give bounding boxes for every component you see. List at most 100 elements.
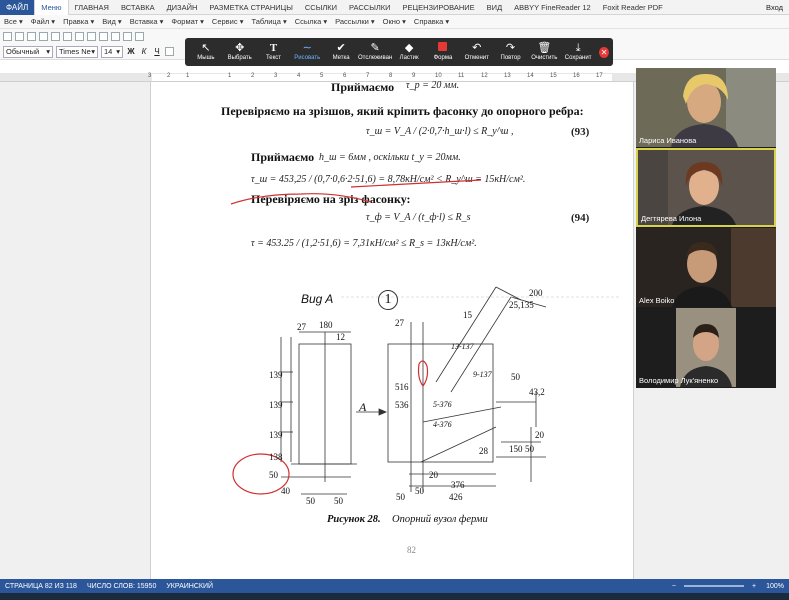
- dim-label: 27: [297, 322, 306, 332]
- document-page[interactable]: Приймаємо τ_р = 20 мм. Перевіряємо на зр…: [150, 80, 634, 579]
- tab-view[interactable]: ВИД: [481, 0, 508, 15]
- undo-doc-icon[interactable]: [111, 32, 120, 41]
- dim-label: 200: [529, 288, 543, 298]
- dim-label: 50: [306, 496, 315, 506]
- zoom-plus-icon[interactable]: +: [747, 583, 761, 590]
- dim-label: 25,135: [509, 300, 534, 310]
- dim-label: 180: [319, 320, 333, 330]
- ruler-number: 2: [251, 73, 255, 79]
- tool-stamp-button[interactable]: ✔ Метка: [324, 38, 358, 66]
- status-page[interactable]: СТРАНИЦА 82 ИЗ 118: [0, 583, 82, 590]
- underline-button[interactable]: Ч: [152, 47, 162, 56]
- tool-save-button[interactable]: ⤓ Сохранит: [561, 38, 595, 66]
- tab-review[interactable]: РЕЦЕНЗИРОВАНИЕ: [397, 0, 481, 15]
- chevron-down-icon: ▾: [91, 46, 95, 56]
- menu-table[interactable]: Таблица ▾: [247, 17, 290, 26]
- participant-tile[interactable]: Alex Boiko: [636, 228, 776, 307]
- section-arrow-label: A: [359, 400, 367, 414]
- tab-insert[interactable]: ВСТАВКА: [115, 0, 161, 15]
- tool-eraser-button[interactable]: ◆ Ластик: [392, 38, 426, 66]
- open-icon[interactable]: [15, 32, 24, 41]
- menu-tools[interactable]: Сервис ▾: [208, 17, 248, 26]
- size-select[interactable]: 14 ▾: [101, 45, 123, 58]
- tool-format-button[interactable]: Форма: [426, 38, 460, 66]
- dim-label: 27: [395, 318, 404, 328]
- save-doc-icon[interactable]: [27, 32, 36, 41]
- italic-button[interactable]: К: [139, 47, 149, 56]
- tool-select-button[interactable]: ✥ Выбрать: [223, 38, 257, 66]
- tool-mouse-button[interactable]: ↖ Мышь: [189, 38, 223, 66]
- dim-label: 28: [479, 446, 488, 456]
- menu-window[interactable]: Окно ▾: [379, 17, 410, 26]
- tab-page-layout[interactable]: РАЗМЕТКА СТРАНИЦЫ: [203, 0, 298, 15]
- tab-design[interactable]: ДИЗАЙН: [161, 0, 204, 15]
- participant-tile[interactable]: Володимир Лук'яненко: [636, 308, 776, 387]
- menu-file[interactable]: Файл ▾: [27, 17, 59, 26]
- stamp-icon: ✔: [336, 42, 346, 54]
- menu-mailings[interactable]: Рассылки ▾: [331, 17, 379, 26]
- tab-abbyy[interactable]: ABBYY FineReader 12: [508, 0, 597, 15]
- tool-clear-button[interactable]: 🗑 Очистить: [527, 38, 561, 66]
- tool-label: Выбрать: [227, 55, 252, 61]
- ruler-number: 4: [297, 73, 301, 79]
- tab-home[interactable]: ГЛАВНАЯ: [69, 0, 115, 15]
- file-tab[interactable]: ФАЙЛ: [0, 0, 35, 15]
- redo-doc-icon[interactable]: [123, 32, 132, 41]
- draw-icon: ∼: [302, 42, 312, 54]
- preview-icon[interactable]: [51, 32, 60, 41]
- spell-icon[interactable]: [63, 32, 72, 41]
- style-select[interactable]: Обычный ▾: [3, 45, 53, 58]
- tool-label: Метка: [332, 55, 350, 61]
- tool-spotlight-button[interactable]: ✎ Отслеживан: [358, 38, 392, 66]
- dim-label: 139: [269, 400, 283, 410]
- zoom-slider[interactable]: [684, 585, 744, 587]
- tool-label: Очистить: [531, 55, 558, 61]
- dim-label: 426: [449, 492, 463, 502]
- ruler-number: 17: [596, 73, 603, 79]
- dim-label: 40: [281, 486, 290, 496]
- tool-text-button[interactable]: T Текст: [257, 38, 291, 66]
- dim-label: 50: [511, 372, 520, 382]
- ruler-number: 7: [366, 73, 370, 79]
- dim-label: 15: [463, 310, 472, 320]
- tab-mailings[interactable]: РАССЫЛКИ: [343, 0, 397, 15]
- tab-foxit[interactable]: Foxit Reader PDF: [597, 0, 669, 15]
- ruler-number: 1: [186, 73, 190, 79]
- copy-icon[interactable]: [87, 32, 96, 41]
- menu-all[interactable]: Все ▾: [0, 17, 27, 26]
- bold-button[interactable]: Ж: [126, 47, 136, 56]
- zoom-level[interactable]: 100%: [761, 583, 789, 590]
- tab-menu[interactable]: Меню: [34, 0, 69, 15]
- cut-icon[interactable]: [75, 32, 84, 41]
- dim-label: 50: [415, 486, 424, 496]
- menu-view[interactable]: Вид ▾: [98, 17, 125, 26]
- menu-edit[interactable]: Правка ▾: [59, 17, 98, 26]
- participant-tile-active[interactable]: Дегтярева Илона: [636, 148, 776, 227]
- menu-format[interactable]: Формат ▾: [167, 17, 208, 26]
- tab-references[interactable]: ССЫЛКИ: [299, 0, 343, 15]
- status-words[interactable]: ЧИСЛО СЛОВ: 15950: [82, 583, 161, 590]
- menu-help[interactable]: Справка ▾: [410, 17, 453, 26]
- new-doc-icon[interactable]: [3, 32, 12, 41]
- ruler-number: 16: [573, 73, 580, 79]
- sign-in-link[interactable]: Вход: [760, 3, 789, 12]
- zoom-minus-icon[interactable]: −: [667, 583, 681, 590]
- paste-icon[interactable]: [99, 32, 108, 41]
- tool-draw-button[interactable]: ∼ Рисовать: [290, 38, 324, 66]
- font-select[interactable]: Times Ne ▾: [56, 45, 98, 58]
- menu-insert[interactable]: Вставка ▾: [126, 17, 168, 26]
- status-language[interactable]: УКРАИНСКИЙ: [161, 583, 218, 590]
- print-icon[interactable]: [39, 32, 48, 41]
- dim-label: 150: [509, 444, 523, 454]
- menu-links[interactable]: Ссылка ▾: [291, 17, 331, 26]
- highlight-icon[interactable]: [165, 47, 174, 56]
- dim-label: 9-137: [473, 370, 492, 379]
- table-icon[interactable]: [135, 32, 144, 41]
- participant-tile[interactable]: Лариса Иванова: [636, 68, 776, 147]
- tool-redo-button[interactable]: ↷ Повтор: [494, 38, 528, 66]
- tool-undo-button[interactable]: ↶ Отменит: [460, 38, 494, 66]
- cursor-icon: ↖: [201, 42, 211, 54]
- dim-label: 138: [269, 452, 283, 462]
- ruler-number: 3: [148, 73, 152, 79]
- close-icon[interactable]: ✕: [599, 46, 610, 58]
